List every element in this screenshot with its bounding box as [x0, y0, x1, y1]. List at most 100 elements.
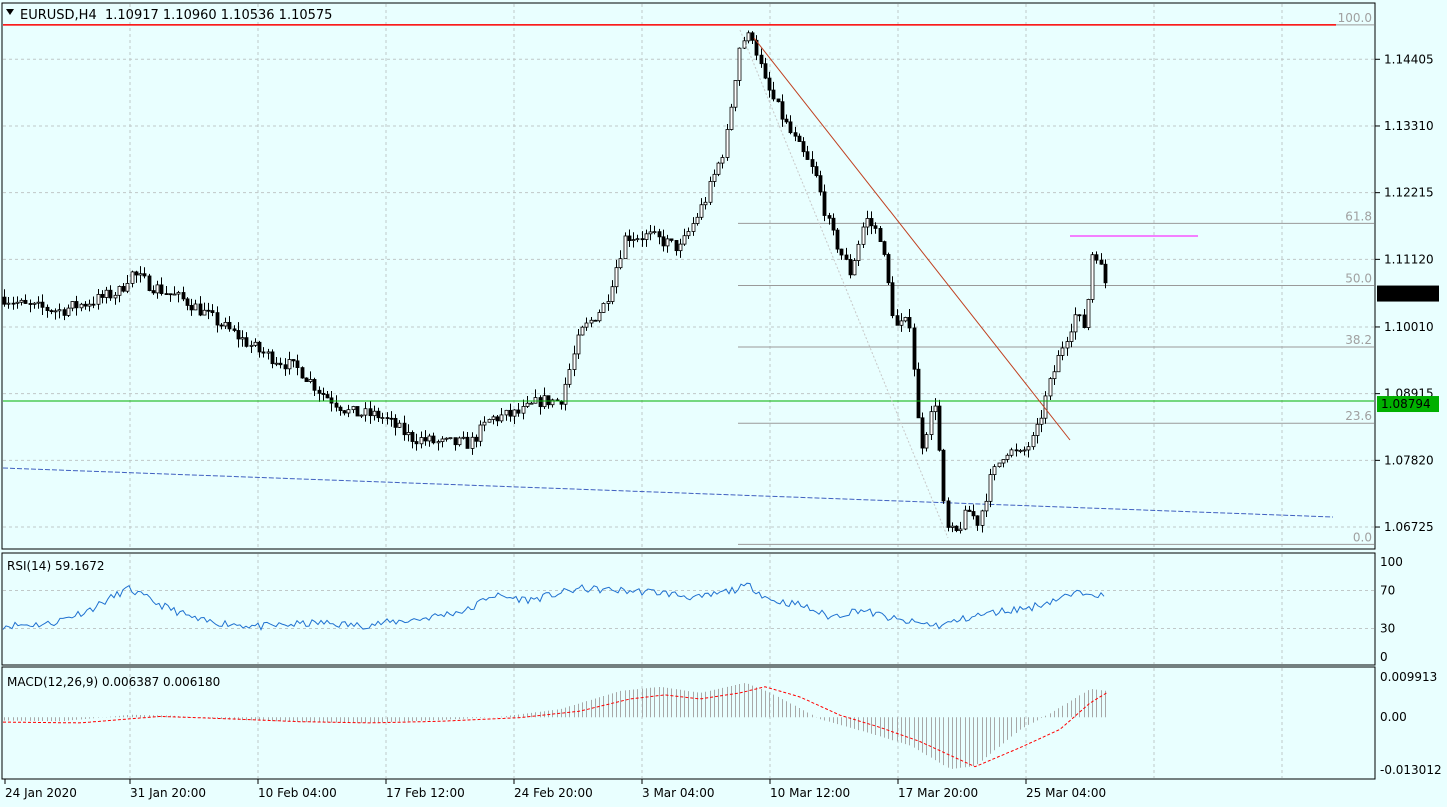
fib-level-label: 61.8 [1345, 209, 1372, 223]
fibonacci-retracement[interactable]: 100.0 61.8 50.0 38.2 23.6 0.0 [3, 11, 1374, 545]
candle-body [924, 434, 929, 449]
main-panel-frame [1, 2, 1376, 550]
candle-body [699, 204, 704, 218]
candle-body [172, 293, 177, 296]
candle-body [291, 359, 296, 362]
macd-signal-line [3, 686, 1108, 768]
candle-body [1082, 314, 1087, 328]
candle-body [32, 302, 37, 305]
candle-body [482, 421, 487, 426]
candle-body [797, 135, 802, 142]
candle-body [300, 367, 305, 379]
candle-body [202, 309, 207, 316]
candle-body [440, 438, 445, 442]
candle-body [533, 397, 538, 404]
hline-price-label: 1.08794 [1381, 397, 1431, 411]
candle-body [1060, 347, 1065, 356]
candle-body [975, 515, 980, 526]
candle-body [461, 436, 466, 439]
candle-body [351, 406, 356, 411]
candle-body [491, 416, 496, 420]
candle-body [334, 402, 339, 408]
candle-body [1103, 263, 1108, 284]
candle-body [474, 436, 479, 442]
candle-body [215, 312, 220, 326]
candle-body [691, 223, 696, 232]
macd-title: MACD(12,26,9) 0.006387 0.006180 [7, 675, 220, 689]
candle-body [100, 293, 105, 298]
drawn-lines[interactable] [3, 24, 1374, 539]
candle-body [436, 441, 441, 444]
candle-body [232, 328, 237, 331]
candle-body [23, 299, 28, 304]
candle-body [11, 302, 16, 305]
candle-body [1031, 435, 1036, 448]
candle-body [125, 283, 130, 292]
candle-body [338, 406, 343, 412]
candle-body [538, 397, 543, 408]
macd-tick-label: 0.009913 [1380, 670, 1437, 684]
time-label: 10 Mar 12:00 [770, 786, 850, 800]
candle-body [130, 271, 135, 284]
candle-body [1073, 314, 1078, 333]
candle-body [406, 432, 411, 436]
candle-body [325, 394, 330, 399]
fib-level-label: 38.2 [1345, 333, 1372, 347]
candle-body [733, 80, 738, 108]
candle-body [346, 409, 351, 414]
candle-body [1094, 254, 1099, 261]
candle-body [210, 310, 215, 314]
candle-body [822, 191, 827, 216]
candle-body [1022, 449, 1027, 452]
candle-body [1026, 446, 1031, 451]
candle-body [1018, 450, 1023, 452]
candle-body [669, 238, 674, 241]
candle-body [465, 436, 470, 449]
candle-body [886, 254, 891, 284]
candle-body [74, 301, 79, 309]
candle-body [45, 306, 50, 311]
candle-body [767, 77, 772, 91]
macd-tick-label: -0.013012 [1380, 763, 1442, 777]
candle-body [771, 89, 776, 100]
rsi-line [2, 582, 1105, 631]
triangle-down-icon[interactable] [6, 9, 14, 15]
candle-body [920, 417, 925, 449]
candle-body [576, 334, 581, 355]
candle-body [329, 397, 334, 404]
rsi-tick-label: 70 [1380, 584, 1395, 598]
candle-body [567, 369, 572, 385]
ohlc-values: 1.10917 1.10960 1.10536 1.10575 [105, 8, 332, 23]
moving-average-line [2, 467, 1334, 518]
eurusd-chart[interactable]: 100.0 61.8 50.0 38.2 23.6 0.0 100 70 30 0 0.0099… [0, 0, 1447, 807]
candle-body [206, 309, 211, 312]
time-label: 17 Feb 12:00 [386, 786, 465, 800]
candle-body [355, 406, 360, 417]
candle-body [584, 322, 589, 328]
candle-body [580, 326, 585, 336]
candle-body [261, 351, 266, 354]
candle-body [831, 217, 836, 231]
candle-body [151, 290, 156, 294]
candle-body [737, 47, 742, 81]
candle-body [142, 273, 147, 277]
candle-body [805, 151, 810, 160]
fib-level-label: 0.0 [1353, 530, 1372, 544]
candle-body [793, 132, 798, 137]
candle-body [287, 359, 292, 370]
candle-body [899, 320, 904, 326]
candle-body [427, 435, 432, 442]
candle-body [759, 54, 764, 65]
rsi-tick-label: 0 [1380, 650, 1388, 664]
candle-body [873, 225, 878, 229]
candle-body [342, 410, 347, 414]
candle-body [640, 238, 645, 241]
candle-body [661, 236, 666, 247]
candle-body [827, 215, 832, 219]
candle-body [40, 301, 45, 308]
candle-body [967, 509, 972, 512]
fib-level-label: 100.0 [1338, 11, 1372, 25]
candle-body [1005, 454, 1010, 460]
candle-body [495, 416, 500, 422]
rsi-panel-frame [1, 552, 1376, 666]
